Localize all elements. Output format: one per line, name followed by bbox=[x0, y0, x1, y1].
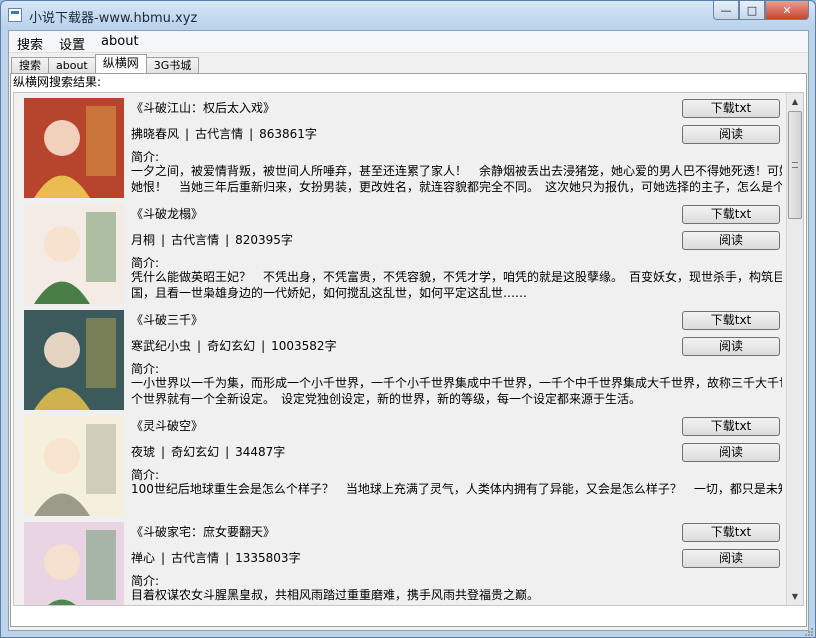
window-title: 小说下载器-www.hbmu.xyz bbox=[29, 11, 198, 26]
read-button[interactable]: 阅读 bbox=[682, 125, 780, 144]
book-word-count: 820395字 bbox=[235, 233, 293, 247]
tab-search[interactable]: 搜索 bbox=[11, 57, 49, 73]
meta-separator: | bbox=[161, 233, 166, 247]
client-area: 搜索 设置 about 搜索 about 纵横网 3G书城 纵横网搜索结果: 《… bbox=[8, 30, 809, 631]
book-meta: 月桐 | 古代言情 | 820395字 bbox=[131, 231, 293, 248]
book-row: 《斗破三千》 寒武纪小虫 | 奇幻玄幻 | 1003582字 简介: 一小世界以一千为集，而形… bbox=[14, 305, 787, 411]
scroll-down-arrow-icon[interactable]: ▼ bbox=[787, 588, 803, 605]
tab-panel: 纵横网搜索结果: 《斗破江山：权后太入戏》 拂晓春风 | 古代言情 | 863861字 简介… bbox=[10, 73, 807, 627]
book-title: 《灵斗破空》 bbox=[131, 419, 204, 433]
read-button[interactable]: 阅读 bbox=[682, 337, 780, 356]
book-row: 《斗破江山：权后太入戏》 拂晓春风 | 古代言情 | 863861字 简介: 一夕之间，被爱情… bbox=[14, 93, 787, 199]
read-button[interactable]: 阅读 bbox=[682, 231, 780, 250]
grip-icon bbox=[792, 162, 798, 168]
maximize-button[interactable]: □ bbox=[739, 1, 765, 20]
read-button[interactable]: 阅读 bbox=[682, 549, 780, 568]
meta-separator: | bbox=[249, 127, 254, 141]
read-button[interactable]: 阅读 bbox=[682, 443, 780, 462]
meta-separator: | bbox=[225, 445, 230, 459]
book-intro: 一小世界以一千为集，而形成一个小千世界，一千个小千世界集成中千世界，一千个中千世… bbox=[131, 375, 782, 407]
vertical-scrollbar[interactable]: ▲ ▼ bbox=[786, 93, 803, 605]
tab-3g-bookstore[interactable]: 3G书城 bbox=[145, 57, 200, 73]
book-intro: 一夕之间，被爱情背叛，被世间人所唾弃，甚至还连累了家人！ 余静烟被丢出去浸猪笼，… bbox=[131, 163, 782, 195]
meta-separator: | bbox=[161, 551, 166, 565]
resize-grip-icon[interactable] bbox=[803, 626, 813, 636]
book-category: 奇幻玄幻 bbox=[171, 445, 220, 459]
menu-bar: 搜索 设置 about bbox=[9, 31, 808, 53]
book-intro: 凭什么能做英昭王妃？ 不凭出身，不凭富贵，不凭容貌，不凭才学，咱凭的就是这股孽缘… bbox=[131, 269, 782, 301]
book-meta: 拂晓春风 | 古代言情 | 863861字 bbox=[131, 125, 317, 142]
book-category: 奇幻玄幻 bbox=[207, 339, 256, 353]
menu-search[interactable]: 搜索 bbox=[9, 31, 51, 53]
meta-separator: | bbox=[161, 445, 166, 459]
meta-separator: | bbox=[225, 551, 230, 565]
close-button[interactable]: ✕ bbox=[765, 1, 809, 20]
intro-line: 国，且看一世枭雄身边的一代娇妃，如何搅乱这乱世，如何平定这乱世…… bbox=[131, 286, 528, 300]
book-author: 禅心 bbox=[131, 551, 156, 565]
tab-zongheng[interactable]: 纵横网 bbox=[94, 54, 147, 73]
minimize-button[interactable]: — bbox=[713, 1, 739, 20]
scroll-up-arrow-icon[interactable]: ▲ bbox=[787, 93, 803, 110]
book-title: 《斗破江山：权后太入戏》 bbox=[131, 101, 276, 115]
download-txt-button[interactable]: 下载txt bbox=[682, 417, 780, 436]
app-icon bbox=[8, 8, 22, 22]
intro-line: 一小世界以一千为集，而形成一个小千世界，一千个小千世界集成中千世界，一千个中千世… bbox=[131, 376, 782, 390]
title-bar[interactable]: 小说下载器-www.hbmu.xyz — □ ✕ bbox=[1, 1, 815, 29]
book-title: 《斗破龙榻》 bbox=[131, 207, 204, 221]
book-meta: 夜琥 | 奇幻玄幻 | 34487字 bbox=[131, 443, 285, 460]
book-author: 拂晓春风 bbox=[131, 127, 180, 141]
book-category: 古代言情 bbox=[171, 551, 220, 565]
book-cover-image bbox=[24, 310, 124, 410]
book-category: 古代言情 bbox=[171, 233, 220, 247]
book-cover-image bbox=[24, 522, 124, 605]
book-word-count: 34487字 bbox=[235, 445, 286, 459]
book-author: 夜琥 bbox=[131, 445, 156, 459]
intro-line: 个世界就有一个全新设定。 设定党独创设定，新的世界，新的等级，每一个设定都来源于… bbox=[131, 392, 642, 406]
book-cover-image bbox=[24, 204, 124, 304]
book-row: 《灵斗破空》 夜琥 | 奇幻玄幻 | 34487字 简介: 100世纪后地球重生会是怎么个样子… bbox=[14, 411, 787, 517]
book-meta: 寒武纪小虫 | 奇幻玄幻 | 1003582字 bbox=[131, 337, 337, 354]
download-txt-button[interactable]: 下载txt bbox=[682, 99, 780, 118]
meta-separator: | bbox=[185, 127, 190, 141]
book-word-count: 1335803字 bbox=[235, 551, 301, 565]
book-category: 古代言情 bbox=[195, 127, 244, 141]
book-author: 寒武纪小虫 bbox=[131, 339, 192, 353]
intro-line: 凭什么能做英昭王妃？ 不凭出身，不凭富贵，不凭容貌，不凭才学，咱凭的就是这股孽缘… bbox=[131, 270, 782, 284]
status-bar bbox=[9, 626, 808, 630]
book-title: 《斗破三千》 bbox=[131, 313, 204, 327]
book-row: 《斗破龙榻》 月桐 | 古代言情 | 820395字 简介: 凭什么能做英昭王妃？ 不凭出身，… bbox=[14, 199, 787, 305]
book-word-count: 1003582字 bbox=[271, 339, 337, 353]
tab-about[interactable]: about bbox=[48, 57, 96, 73]
book-author: 月桐 bbox=[131, 233, 156, 247]
book-cover-image bbox=[24, 98, 124, 198]
meta-separator: | bbox=[261, 339, 266, 353]
book-cover-image bbox=[24, 416, 124, 516]
book-row: 《斗破家宅：庶女要翻天》 禅心 | 古代言情 | 1335803字 简介: 目着权谋农女斗腥黑… bbox=[14, 517, 787, 605]
download-txt-button[interactable]: 下载txt bbox=[682, 523, 780, 542]
results-list[interactable]: 《斗破江山：权后太入戏》 拂晓春风 | 古代言情 | 863861字 简介: 一夕之间，被爱情… bbox=[13, 92, 804, 606]
tab-strip: 搜索 about 纵横网 3G书城 bbox=[11, 54, 200, 73]
intro-line: 目着权谋农女斗腥黑皇叔，共相风雨踏过重重磨难，携手风雨共登福贵之巅。 bbox=[131, 588, 540, 602]
intro-line: 一夕之间，被爱情背叛，被世间人所唾弃，甚至还连累了家人！ 余静烟被丢出去浸猪笼，… bbox=[131, 164, 782, 178]
book-intro: 100世纪后地球重生会是怎么个样子？ 当地球上充满了灵气，人类体内拥有了异能，又… bbox=[131, 481, 782, 513]
meta-separator: | bbox=[197, 339, 202, 353]
menu-settings[interactable]: 设置 bbox=[51, 31, 93, 53]
application-window: 小说下载器-www.hbmu.xyz — □ ✕ 搜索 设置 about 搜索 … bbox=[0, 0, 816, 638]
download-txt-button[interactable]: 下载txt bbox=[682, 311, 780, 330]
menu-about[interactable]: about bbox=[93, 31, 147, 52]
book-word-count: 863861字 bbox=[259, 127, 317, 141]
book-title: 《斗破家宅：庶女要翻天》 bbox=[131, 525, 276, 539]
download-txt-button[interactable]: 下载txt bbox=[682, 205, 780, 224]
intro-line: 100世纪后地球重生会是怎么个样子？ 当地球上充满了灵气，人类体内拥有了异能，又… bbox=[131, 482, 782, 496]
book-meta: 禅心 | 古代言情 | 1335803字 bbox=[131, 549, 301, 566]
results-label: 纵横网搜索结果: bbox=[13, 75, 102, 89]
book-intro: 目着权谋农女斗腥黑皇叔，共相风雨踏过重重磨难，携手风雨共登福贵之巅。 bbox=[131, 587, 782, 605]
intro-line: 她恨！ 当她三年后重新归来，女扮男装，更改姓名，就连容貌都完全不同。 这次她只为… bbox=[131, 180, 782, 194]
scrollbar-thumb[interactable] bbox=[788, 111, 802, 219]
meta-separator: | bbox=[225, 233, 230, 247]
